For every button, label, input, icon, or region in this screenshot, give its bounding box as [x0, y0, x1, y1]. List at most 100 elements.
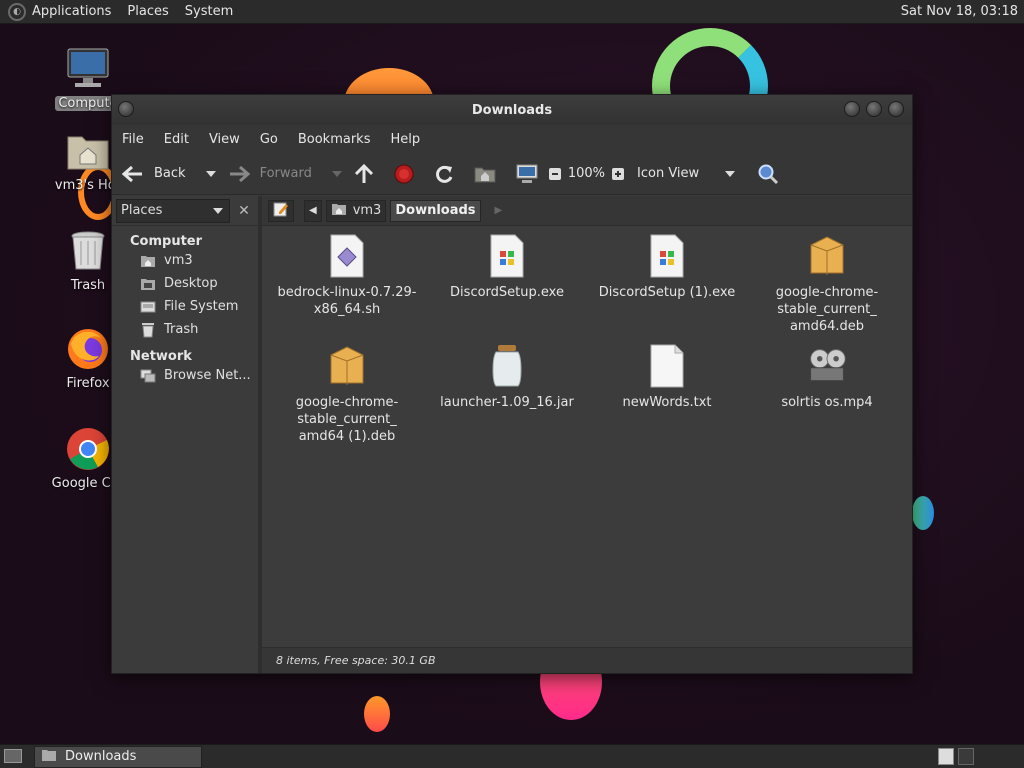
- minimize-button[interactable]: [844, 101, 860, 117]
- edit-location-icon: [273, 201, 289, 221]
- desktop-icon-label: Firefox: [66, 376, 110, 391]
- bottom-panel: Downloads: [0, 744, 1024, 768]
- sidebar-close-icon[interactable]: ✕: [234, 203, 254, 219]
- network-icon: [140, 368, 156, 384]
- computer-button[interactable]: [516, 164, 538, 184]
- forward-arrow-icon: [228, 165, 250, 183]
- file-name: DiscordSetup.exe: [450, 285, 564, 300]
- file-name: DiscordSetup (1).exe: [598, 285, 736, 300]
- window-body: Places ✕ Computer vm3 Desktop File Syste…: [112, 196, 912, 673]
- file-item-chrome-deb-1[interactable]: google-chrome-stable_current_ amd64 (1).d…: [272, 344, 422, 445]
- up-button[interactable]: [354, 163, 374, 184]
- desktop-folder-icon: [140, 276, 156, 292]
- file-item-discordsetup-1[interactable]: DiscordSetup (1).exe: [592, 234, 742, 301]
- taskbar-item-downloads[interactable]: Downloads: [34, 745, 202, 768]
- decor-blue-dot: [912, 496, 934, 530]
- workspace-switcher-inactive[interactable]: [958, 748, 974, 765]
- sidebar-item-vm3[interactable]: vm3: [112, 249, 258, 272]
- forward-button[interactable]: Forward: [228, 165, 312, 183]
- menu-view[interactable]: View: [209, 132, 240, 147]
- file-view: ◀ vm3 Downloads ▶ bedrock-linux-0.7.29- x…: [262, 196, 912, 673]
- file-item-chrome-deb[interactable]: google-chrome-stable_current_ amd64.deb: [752, 234, 902, 335]
- reload-button[interactable]: [434, 164, 454, 184]
- file-name: solrtis os.mp4: [781, 395, 873, 410]
- zoom-in-button[interactable]: [611, 167, 625, 181]
- sidebar-item-file-system[interactable]: File System: [112, 295, 258, 318]
- menu-help[interactable]: Help: [390, 132, 420, 147]
- sidebar: Places ✕ Computer vm3 Desktop File Syste…: [112, 196, 262, 673]
- file-name: launcher-1.09_16.jar: [440, 395, 574, 410]
- file-item-discordsetup[interactable]: DiscordSetup.exe: [432, 234, 582, 301]
- file-name: google-chrome-stable_current_ amd64.deb: [775, 285, 879, 334]
- home-folder-icon: [474, 165, 496, 183]
- computer-icon: [516, 164, 538, 184]
- sidebar-item-trash[interactable]: Trash: [112, 318, 258, 341]
- sidebar-section-computer: Computer: [130, 234, 203, 249]
- home-folder-icon: [140, 253, 156, 269]
- file-name: bedrock-linux-0.7.29- x86_64.sh: [277, 285, 417, 317]
- chrome-icon: [65, 426, 111, 472]
- window-menu-button[interactable]: [118, 101, 134, 117]
- drive-icon: [140, 299, 156, 315]
- path-scroll-left-button[interactable]: ◀: [304, 199, 322, 222]
- sidebar-item-browse-network[interactable]: Browse Net...: [112, 364, 258, 387]
- menu-bookmarks[interactable]: Bookmarks: [298, 132, 371, 147]
- back-arrow-icon: [122, 165, 144, 183]
- file-grid: bedrock-linux-0.7.29- x86_64.sh DiscordSe…: [262, 226, 912, 647]
- location-toggle-button[interactable]: [268, 199, 294, 222]
- distro-logo-icon[interactable]: ◐: [8, 2, 26, 21]
- menubar: File Edit View Go Bookmarks Help: [112, 125, 912, 153]
- applications-menu[interactable]: Applications: [32, 4, 111, 19]
- exe-file-icon: [487, 234, 527, 278]
- script-file-icon: [327, 234, 367, 278]
- view-mode-select[interactable]: Icon View: [637, 166, 747, 181]
- close-button[interactable]: [888, 101, 904, 117]
- path-scroll-right-icon[interactable]: ▶: [495, 205, 503, 216]
- home-folder-icon: [331, 202, 347, 220]
- clock[interactable]: Sat Nov 18, 03:18: [901, 4, 1018, 19]
- top-panel: ◐ Applications Places System Sat Nov 18,…: [0, 0, 1024, 24]
- back-history-dropdown[interactable]: [205, 170, 216, 177]
- desktop-icon-label: Trash: [70, 278, 106, 293]
- chevron-down-icon: [213, 207, 223, 214]
- window-titlebar[interactable]: Downloads: [112, 95, 912, 125]
- zoom-out-button[interactable]: [548, 167, 562, 181]
- file-manager-window: Downloads File Edit View Go Bookmarks He…: [111, 94, 913, 674]
- home-button[interactable]: [474, 165, 496, 183]
- menu-go[interactable]: Go: [260, 132, 278, 147]
- file-item-solrtis-mp4[interactable]: solrtis os.mp4: [752, 344, 902, 411]
- home-folder-icon: [65, 128, 111, 174]
- path-segment-downloads[interactable]: Downloads: [390, 199, 481, 222]
- file-item-launcher-jar[interactable]: launcher-1.09_16.jar: [432, 344, 582, 411]
- file-name: google-chrome-stable_current_ amd64 (1).d…: [295, 395, 399, 444]
- file-item-newwords[interactable]: newWords.txt: [592, 344, 742, 411]
- exe-file-icon: [647, 234, 687, 278]
- path-segment-vm3[interactable]: vm3: [325, 199, 387, 222]
- statusbar: 8 items, Free space: 30.1 GB: [262, 647, 912, 673]
- menu-file[interactable]: File: [122, 132, 144, 147]
- sidebar-section-network: Network: [130, 349, 192, 364]
- stop-button[interactable]: [394, 164, 414, 184]
- chevron-left-icon: ◀: [309, 205, 317, 216]
- trash-icon: [65, 228, 111, 274]
- menu-edit[interactable]: Edit: [164, 132, 189, 147]
- show-desktop-icon[interactable]: [4, 749, 22, 763]
- file-item-bedrock[interactable]: bedrock-linux-0.7.29- x86_64.sh: [272, 234, 422, 318]
- decor-orange-dot: [364, 696, 390, 732]
- zoom-out-icon: [548, 167, 562, 181]
- back-button[interactable]: Back: [122, 165, 186, 183]
- places-menu[interactable]: Places: [127, 4, 168, 19]
- search-button[interactable]: [757, 163, 779, 185]
- toolbar: Back Forward 100% Icon View: [112, 153, 912, 195]
- computer-icon: [65, 46, 111, 92]
- sidebar-item-desktop[interactable]: Desktop: [112, 272, 258, 295]
- firefox-icon: [65, 326, 111, 372]
- maximize-button[interactable]: [866, 101, 882, 117]
- forward-history-dropdown[interactable]: [331, 170, 342, 177]
- chevron-down-icon: [725, 170, 736, 177]
- sidebar-selector[interactable]: Places: [116, 198, 230, 223]
- package-icon: [327, 344, 367, 388]
- workspace-switcher[interactable]: [938, 748, 954, 765]
- system-menu[interactable]: System: [185, 4, 233, 19]
- file-name: newWords.txt: [622, 395, 712, 410]
